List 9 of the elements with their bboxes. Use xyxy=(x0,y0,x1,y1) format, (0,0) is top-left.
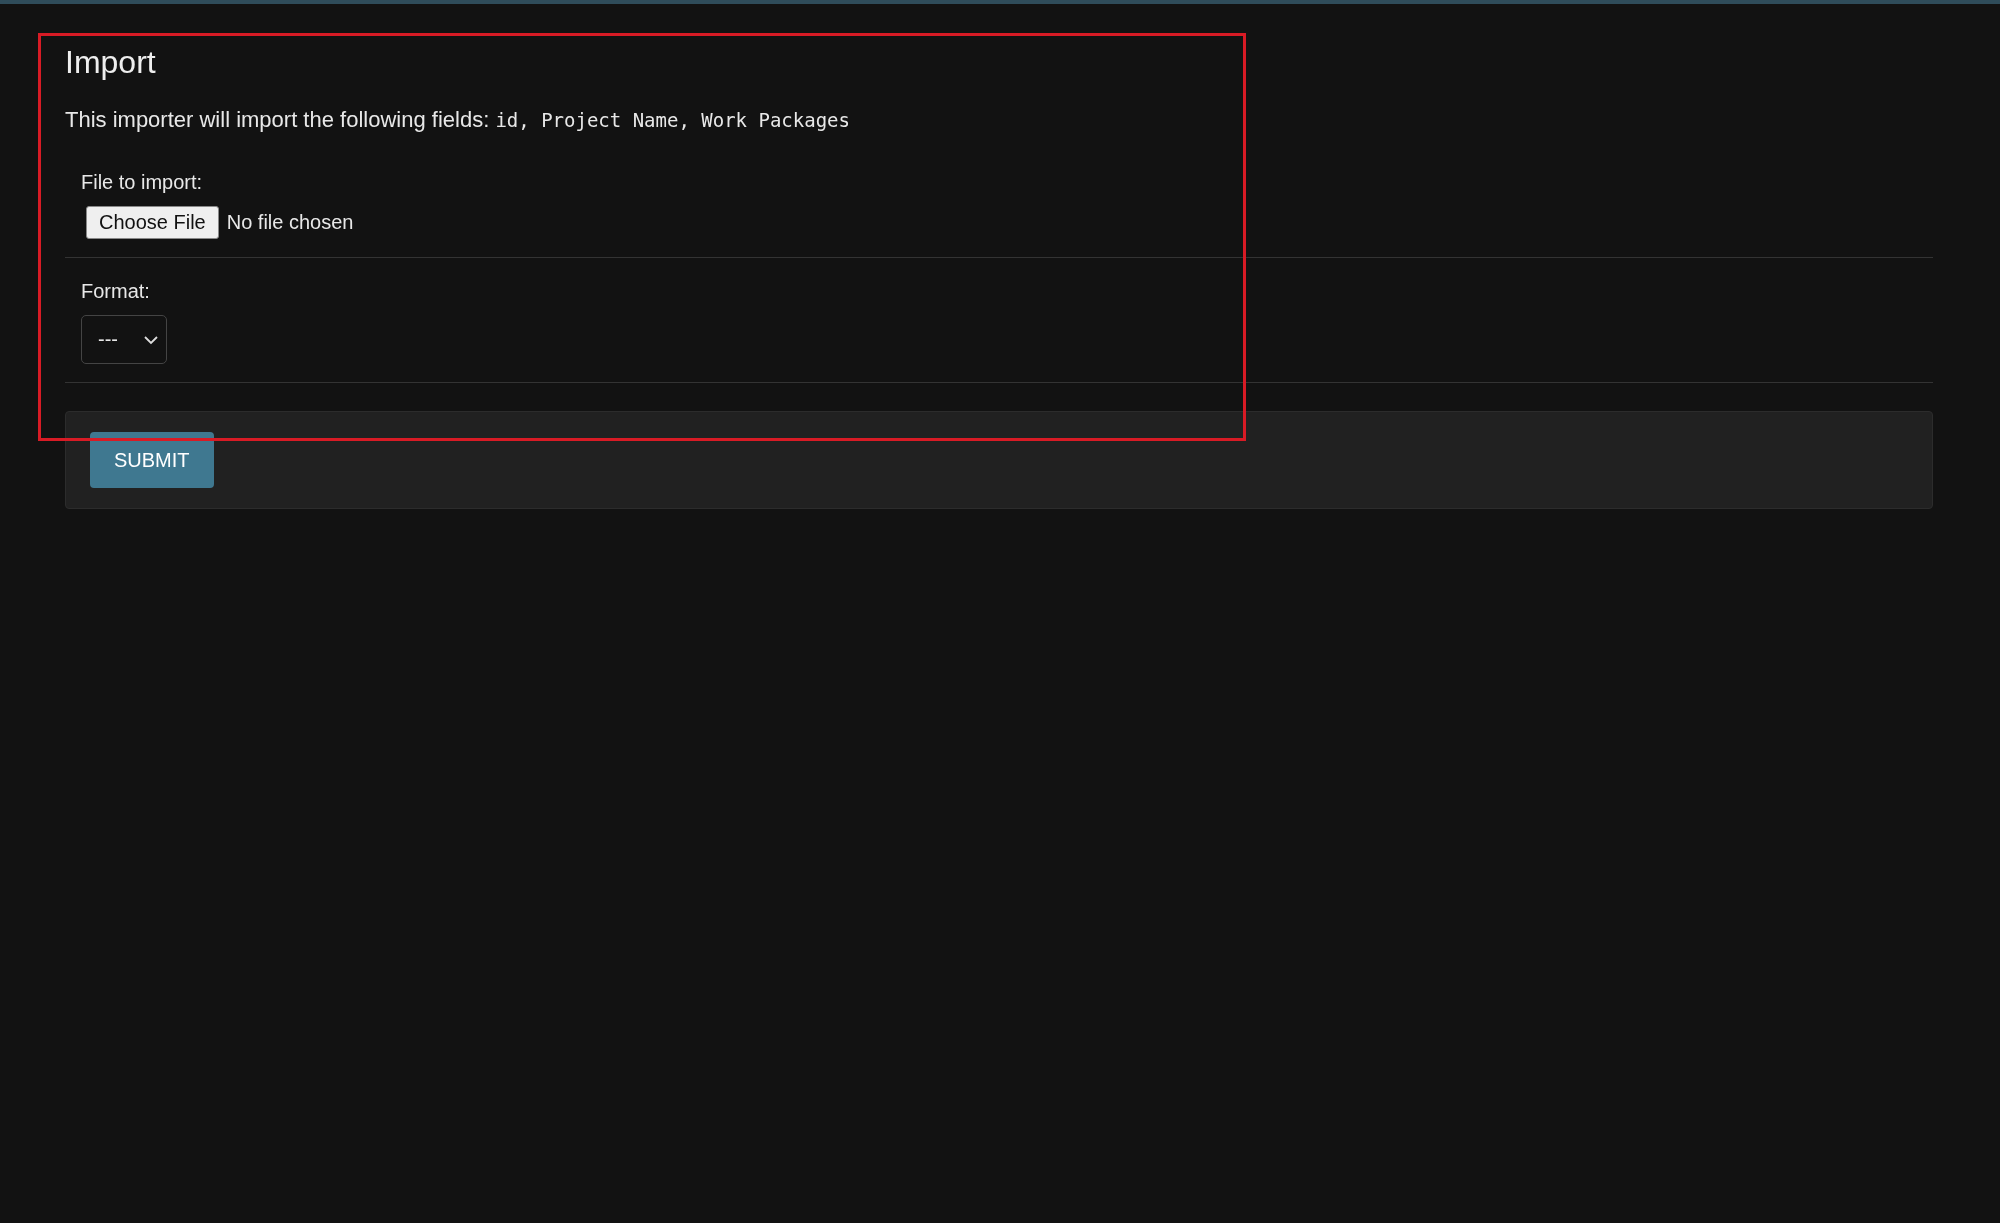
page-title: Import xyxy=(65,44,156,81)
field-label: File to import: xyxy=(81,171,203,194)
choose-file-button[interactable]: Choose File xyxy=(86,206,219,239)
chevron-down-icon xyxy=(144,334,158,345)
submit-button[interactable]: SUBMIT xyxy=(90,432,214,488)
format-select[interactable]: --- xyxy=(81,315,167,364)
file-status: No file chosen xyxy=(226,211,354,234)
field-label: Format: xyxy=(81,280,150,303)
importer-description: This importer will import the following fields: id, Project Name, Work Packages xyxy=(65,107,850,133)
